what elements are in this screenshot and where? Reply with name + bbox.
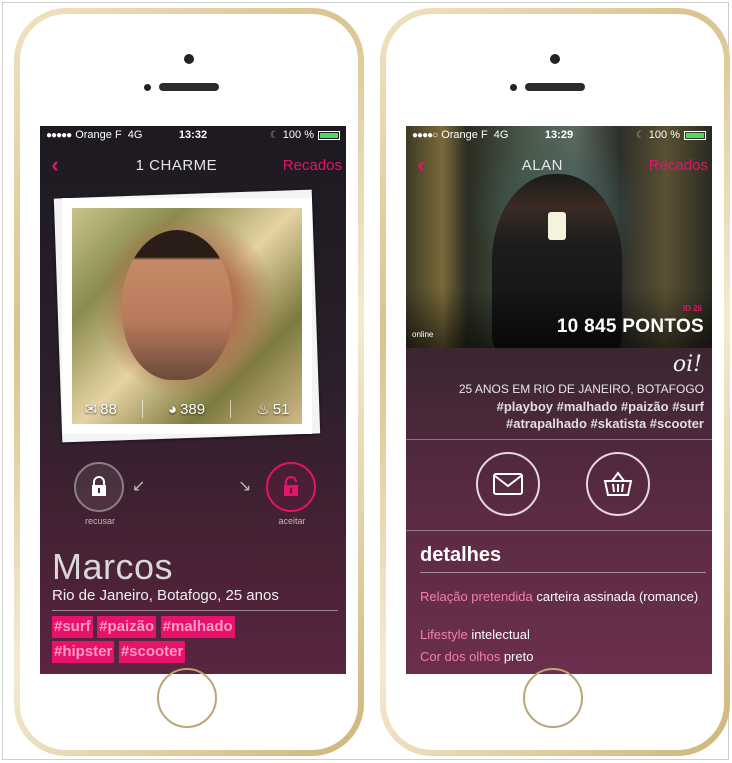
profile-location: Rio de Janeiro, Botafogo, 25 anos: [52, 587, 279, 604]
basket-icon: [603, 471, 633, 496]
unlock-icon: [284, 476, 298, 496]
battery-icon: [318, 130, 340, 140]
battery-percent: 100 %: [648, 129, 680, 141]
greeting-text: oi!: [672, 352, 702, 377]
moon-icon: ☾: [269, 129, 279, 141]
status-bar: ●●●●● Orange F 4G 13:32 ☾ 100 %: [40, 126, 346, 144]
detail-row: Cor dos olhos preto: [420, 649, 534, 664]
profile-name: Marcos: [52, 546, 174, 587]
battery-icon: [684, 130, 706, 140]
carrier-name: Orange F 4G: [441, 129, 509, 141]
details-heading: detalhes: [420, 544, 502, 566]
moon-icon: ☾: [635, 129, 645, 141]
phone-device-1: ●●●●● Orange F 4G 13:32 ☾ 100 % ‹ 1 CHAR…: [14, 8, 364, 756]
back-button[interactable]: ‹: [40, 152, 70, 178]
interest-tags: #playboy #malhado #paizão #surf #atrapal…: [406, 398, 704, 432]
send-gift-button[interactable]: [586, 452, 650, 516]
tag[interactable]: #scooter: [118, 641, 186, 663]
profile-photo-card[interactable]: ✉ 88 ◕ 389 ♨ 51: [53, 189, 321, 443]
tags-line: #playboy #malhado #paizão #surf: [496, 399, 704, 414]
messages-stat: ✉ 88: [84, 400, 117, 419]
profile-card-screen: ●●●●● Orange F 4G 13:32 ☾ 100 % ‹ 1 CHAR…: [40, 126, 346, 674]
back-button[interactable]: ‹: [406, 152, 436, 178]
envelope-icon: ✉: [84, 401, 98, 418]
page-title: ALAN: [521, 156, 563, 174]
points-count: 10 845 PONTOS: [556, 316, 704, 337]
profile-detail-screen: ●●●●○ Orange F 4G 13:29 ☾ 100 % ‹ ALAN R…: [406, 126, 712, 674]
gifts-stat: ♨ 51: [256, 400, 290, 419]
front-camera: [184, 54, 194, 64]
envelope-icon: [493, 473, 523, 495]
refuse-label: recusar: [84, 516, 115, 526]
front-camera: [550, 54, 560, 64]
tag[interactable]: #paizão: [97, 616, 157, 638]
battery-percent: 100 %: [282, 129, 314, 141]
views-stat: ◕ 389: [168, 400, 206, 418]
lock-icon: [92, 476, 106, 496]
detail-row: Relação pretendida carteira assinada (ro…: [420, 589, 699, 604]
tag[interactable]: #malhado: [160, 616, 235, 638]
tag[interactable]: #surf: [52, 616, 93, 638]
detail-row: Lifestyle intelectual: [420, 627, 530, 642]
eye-icon: ◕: [168, 400, 178, 418]
earpiece-speaker: [159, 83, 219, 91]
messages-button[interactable]: Recados: [283, 157, 346, 174]
tags-line: #atrapalhado #skatista #scooter: [506, 416, 704, 431]
proximity-sensor: [510, 84, 517, 91]
profile-info: 25 ANOS EM RIO DE JANEIRO, BOTAFOGO: [458, 382, 704, 396]
curved-arrow-icon: ↘: [238, 478, 252, 495]
online-status: online: [412, 330, 434, 339]
messages-button[interactable]: Recados: [649, 157, 712, 174]
carrier-name: Orange F 4G: [75, 129, 143, 141]
curved-arrow-icon: ↙: [132, 478, 146, 495]
profile-photo: ✉ 88 ◕ 389 ♨ 51: [72, 208, 302, 424]
page-title: 1 CHARME: [135, 156, 218, 174]
nav-bar: ‹ ALAN Recados: [406, 150, 712, 180]
tag[interactable]: #hipster: [52, 641, 115, 663]
divider: [406, 530, 712, 531]
signal-dots: ●●●●○: [412, 129, 438, 141]
basket-icon: ♨: [256, 401, 270, 418]
status-bar: ●●●●○ Orange F 4G 13:29 ☾ 100 %: [406, 126, 712, 144]
accept-label: aceitar: [278, 516, 306, 526]
phone-device-2: ●●●●○ Orange F 4G 13:29 ☾ 100 % ‹ ALAN R…: [380, 8, 730, 756]
rank-badge: ID 26: [682, 304, 702, 313]
divider: [406, 439, 712, 440]
home-button[interactable]: [523, 668, 583, 728]
home-button[interactable]: [157, 668, 217, 728]
clock: 13:29: [544, 129, 574, 141]
divider: [420, 572, 706, 573]
proximity-sensor: [144, 84, 151, 91]
accept-button[interactable]: [266, 462, 316, 512]
send-message-button[interactable]: [476, 452, 540, 516]
refuse-button[interactable]: [74, 462, 124, 512]
signal-dots: ●●●●●: [46, 129, 72, 141]
divider: [52, 610, 338, 611]
photo-stats: ✉ 88 ◕ 389 ♨ 51: [72, 394, 302, 424]
interest-tags: #surf #paizão #malhado #hipster #scooter: [52, 616, 292, 666]
nav-bar: ‹ 1 CHARME Recados: [40, 150, 346, 180]
clock: 13:32: [178, 129, 208, 141]
earpiece-speaker: [525, 83, 585, 91]
